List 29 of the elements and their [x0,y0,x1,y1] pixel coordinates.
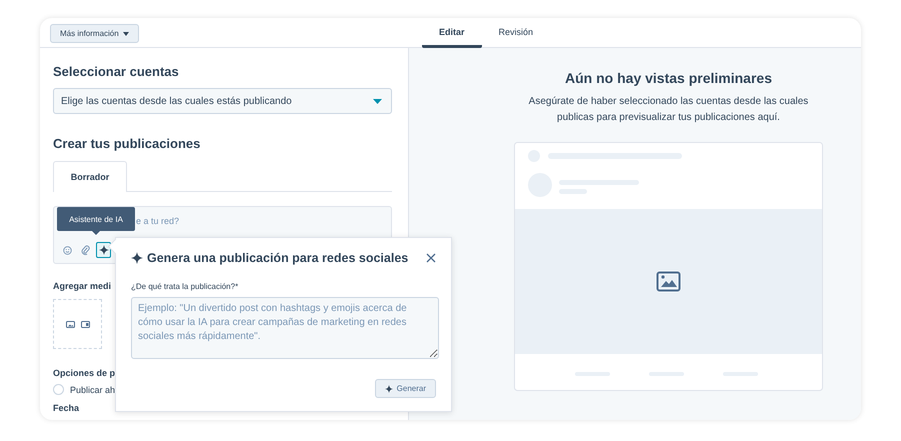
tab[interactable]: Borrador [53,161,127,192]
sparkle-icon [384,384,393,392]
topic-field[interactable]: Ejemplo: "Un divertido post con hashtags y emojis acerca de cómo usar la IA para crear campañas de marketing en redes sociales más rápidamente". [131,297,439,359]
section-heading: Crear tus publicaciones [53,136,200,151]
field-label: Fecha [53,403,80,413]
caret-icon [122,32,129,36]
accounts-dropdown[interactable]: Elige las cuentas desde las cuales estás publicando [53,88,392,114]
radio-button[interactable] [53,384,64,395]
generate-button[interactable]: Generar [374,379,436,398]
section-heading: Agregar medi [53,281,112,291]
more-info-button[interactable]: Más información [50,24,139,43]
preview-title: Aún no hay vistas preliminares [565,70,772,86]
emoji-icon [63,246,72,254]
composer-placeholder: e a tu red? [136,216,180,226]
media-dropzone[interactable] [53,299,102,349]
radio-label: Publicar ah [70,384,116,394]
tab[interactable]: Revisión [482,18,550,48]
preview-description: Asegúrate de haber seleccionado las cuentas desde las cuales publicas para previsualizar tus publicaciones aquí. [528,95,810,125]
ai-button[interactable] [96,242,111,258]
sparkle-icon [98,245,108,255]
caret-icon [373,98,382,104]
sparkle-icon [131,252,143,264]
video-icon [80,320,90,328]
image-icon [66,320,74,328]
section-heading: Seleccionar cuentas [53,64,179,79]
section-heading: Opciones de p [53,368,116,378]
paperclip-icon [81,245,90,255]
close-icon[interactable] [426,253,436,263]
field-label: ¿De qué trata la publicación?* [131,282,240,291]
